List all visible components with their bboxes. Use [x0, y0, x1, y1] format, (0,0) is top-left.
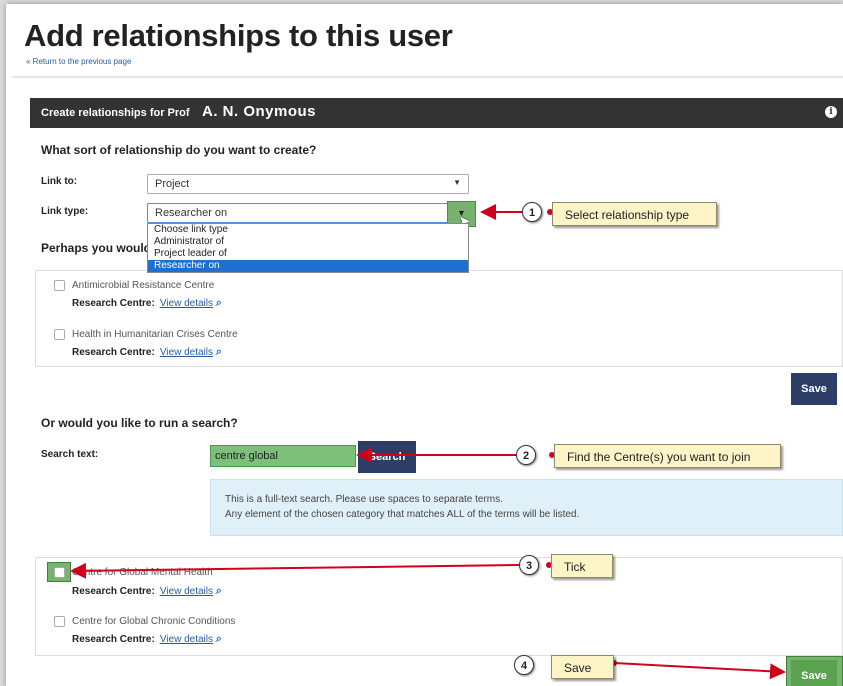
- callout-step-4: Save: [551, 655, 614, 679]
- search-label: Search text:: [41, 449, 99, 460]
- checkbox[interactable]: [54, 567, 65, 578]
- callout-step-2: Find the Centre(s) you want to join: [554, 444, 781, 468]
- list-item-type: Research Centre: View details ⌕: [72, 297, 222, 309]
- step-number: 4: [514, 655, 534, 675]
- suggestions-heading: Perhaps you would: [41, 241, 152, 255]
- view-details-link[interactable]: View details: [160, 298, 213, 309]
- link-type-value: Researcher on: [155, 207, 228, 219]
- save-button[interactable]: Save: [791, 373, 837, 405]
- dropdown-option[interactable]: Administrator of: [148, 236, 468, 248]
- link-type-select[interactable]: Researcher on: [147, 203, 469, 223]
- search-icon: ⌕: [215, 585, 222, 597]
- step-number: 2: [516, 445, 536, 465]
- search-info-line: This is a full-text search. Please use s…: [225, 494, 503, 505]
- page-title: Add relationships to this user: [24, 18, 453, 53]
- list-item-type: Research Centre: View details ⌕: [72, 346, 222, 358]
- list-item-name: Centre for Global Mental Health: [72, 567, 213, 578]
- dropdown-option[interactable]: Project leader of: [148, 248, 468, 260]
- callout-step-1: Select relationship type: [552, 202, 717, 226]
- save-button[interactable]: Save: [791, 660, 837, 686]
- link-to-label: Link to:: [41, 176, 78, 187]
- search-icon: ⌕: [215, 633, 222, 645]
- search-input[interactable]: [210, 445, 356, 467]
- search-heading: Or would you like to run a search?: [41, 416, 238, 430]
- panel-header: Create relationships for Prof A. N. Onym…: [30, 98, 843, 128]
- panel-heading: Create relationships for Prof: [41, 107, 190, 119]
- dropdown-option[interactable]: Choose link type: [148, 224, 468, 236]
- callout-step-3: Tick: [551, 554, 613, 578]
- back-link[interactable]: « Return to the previous page: [26, 57, 131, 66]
- search-icon: ⌕: [215, 346, 222, 358]
- chevron-down-icon: ▼: [453, 178, 461, 187]
- view-details-link[interactable]: View details: [160, 347, 213, 358]
- user-name: A. N. Onymous: [202, 103, 317, 120]
- info-icon[interactable]: i: [825, 106, 837, 118]
- search-info: This is a full-text search. Please use s…: [210, 479, 843, 536]
- checkbox[interactable]: [54, 616, 65, 627]
- list-item-type: Research Centre: View details ⌕: [72, 633, 222, 645]
- step-number: 1: [522, 202, 542, 222]
- link-type-label: Link type:: [41, 206, 89, 217]
- list-item-name: Health in Humanitarian Crises Centre: [72, 329, 238, 340]
- dropdown-option-selected[interactable]: Researcher on: [148, 260, 468, 272]
- checkbox[interactable]: [54, 280, 65, 291]
- link-to-value: Project: [155, 178, 190, 190]
- link-to-select[interactable]: Project ▼: [147, 174, 469, 194]
- search-icon: ⌕: [215, 297, 222, 309]
- search-button[interactable]: Search: [358, 441, 416, 473]
- page: Add relationships to this user « Return …: [6, 4, 843, 686]
- arrow-4: [613, 662, 786, 680]
- view-details-link[interactable]: View details: [160, 586, 213, 597]
- list-item-name: Centre for Global Chronic Conditions: [72, 616, 236, 627]
- step-number: 3: [519, 555, 539, 575]
- relationship-question: What sort of relationship do you want to…: [41, 143, 317, 157]
- search-info-line: Any element of the chosen category that …: [225, 509, 580, 520]
- view-details-link[interactable]: View details: [160, 634, 213, 645]
- divider: [12, 76, 843, 78]
- link-type-dropdown: Choose link type Administrator of Projec…: [147, 223, 469, 273]
- list-item-name: Antimicrobial Resistance Centre: [72, 280, 215, 291]
- list-item-type: Research Centre: View details ⌕: [72, 585, 222, 597]
- checkbox[interactable]: [54, 329, 65, 340]
